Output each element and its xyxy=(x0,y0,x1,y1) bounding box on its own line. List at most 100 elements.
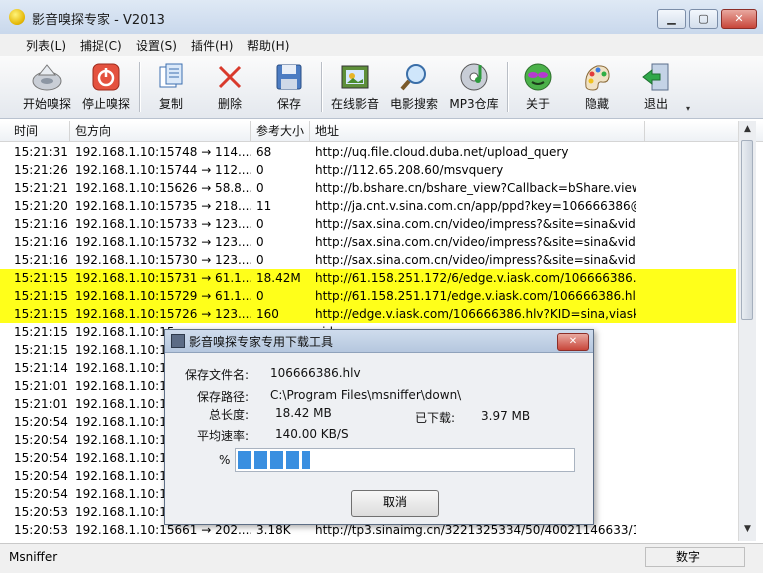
menu-list[interactable]: 列表(L) xyxy=(26,37,66,54)
save-icon xyxy=(273,61,305,93)
cell-size: 18.42M xyxy=(256,271,301,285)
exit-icon xyxy=(640,61,672,93)
filename-label: 保存文件名: xyxy=(185,368,250,382)
about-button[interactable]: 关于 xyxy=(514,59,562,115)
cell-direction: 192.168.1.10:15732 → 123.... xyxy=(75,235,251,249)
cell-time: 15:21:01 xyxy=(14,379,68,393)
close-button[interactable]: ✕ xyxy=(721,9,757,29)
cell-size: 0 xyxy=(256,217,264,231)
table-row[interactable]: 15:21:20 192.168.1.10:15735 → 218.... 11 ht… xyxy=(0,197,736,215)
movie-search-icon xyxy=(398,61,430,93)
vertical-scrollbar[interactable]: ▲ ▼ xyxy=(738,121,756,541)
save-button[interactable]: 保存 xyxy=(265,59,313,115)
speed-label: 平均速率: xyxy=(197,429,250,443)
filename-value: 106666386.hlv xyxy=(270,366,361,380)
cell-direction: 192.168.1.10:15744 → 112.... xyxy=(75,163,251,177)
maximize-button[interactable]: ▢ xyxy=(689,9,718,29)
cancel-button[interactable]: 取消 xyxy=(351,490,439,517)
exit-button[interactable]: 退出 xyxy=(632,59,680,115)
dialog-title-bar: 影音嗅探专家专用下载工具 ✕ xyxy=(165,330,593,353)
cell-time: 15:20:53 xyxy=(14,523,68,537)
column-time[interactable]: 时间 xyxy=(9,121,70,141)
scroll-down-icon[interactable]: ▼ xyxy=(739,521,756,538)
copy-icon xyxy=(155,61,187,93)
cell-direction: 192.168.1.10:15735 → 218.... xyxy=(75,199,251,213)
status-text: Msniffer xyxy=(9,550,58,564)
menu-plugins[interactable]: 插件(H) xyxy=(191,37,233,54)
title-bar: 影音嗅探专家 - V2013 ▁ ▢ ✕ xyxy=(0,0,763,35)
toolbar-separator xyxy=(321,62,322,112)
cell-direction: 192.168.1.10:15748 → 114.... xyxy=(75,145,251,159)
toolbar-separator xyxy=(507,62,508,112)
menu-help[interactable]: 帮助(H) xyxy=(247,37,289,54)
start-sniff-button[interactable]: 开始嗅探 xyxy=(20,59,74,115)
stop-sniff-icon xyxy=(90,61,122,93)
column-url[interactable]: 地址 xyxy=(310,121,645,141)
table-row[interactable]: 15:21:16 192.168.1.10:15730 → 123.... 0 htt… xyxy=(0,251,736,269)
cell-time: 15:20:54 xyxy=(14,451,68,465)
online-media-button[interactable]: 在线影音 xyxy=(327,59,383,115)
mp3-store-button[interactable]: MP3仓库 xyxy=(446,59,502,115)
speed-value: 140.00 KB/S xyxy=(275,427,349,441)
table-row[interactable]: 15:21:15 192.168.1.10:15731 → 61.1... 18.4… xyxy=(0,269,736,287)
column-direction[interactable]: 包方向 xyxy=(70,121,251,141)
cell-direction: 192.168.1.10:15733 → 123.... xyxy=(75,217,251,231)
minimize-button[interactable]: ▁ xyxy=(657,9,686,29)
scroll-up-icon[interactable]: ▲ xyxy=(739,121,756,138)
status-bar: Msniffer 数字 xyxy=(0,543,763,573)
path-value: C:\Program Files\msniffer\down\ xyxy=(270,388,462,402)
table-row[interactable]: 15:21:31 192.168.1.10:15748 → 114.... 68 ht… xyxy=(0,143,736,161)
cell-direction: 192.168.1.10:15726 → 123.... xyxy=(75,307,251,321)
download-progress-bar xyxy=(235,448,575,472)
table-row[interactable]: 15:21:15 192.168.1.10:15729 → 61.1... 0 htt… xyxy=(0,287,736,305)
cell-direction: 192.168.1.10:15731 → 61.1... xyxy=(75,271,251,285)
dialog-title: 影音嗅探专家专用下载工具 xyxy=(189,335,334,349)
stop-sniff-button[interactable]: 停止嗅探 xyxy=(79,59,133,115)
table-row[interactable]: 15:21:21 192.168.1.10:15626 → 58.8... 0 htt… xyxy=(0,179,736,197)
about-icon xyxy=(522,61,554,93)
movie-search-button[interactable]: 电影搜索 xyxy=(386,59,442,115)
cell-url: http://b.bshare.cn/bshare_view?Callback=… xyxy=(315,181,636,195)
hide-button[interactable]: 隐藏 xyxy=(573,59,621,115)
cell-url: http://sax.sina.com.cn/video/impress?&si… xyxy=(315,253,636,267)
progress-fill xyxy=(238,451,310,469)
cell-time: 15:21:14 xyxy=(14,361,68,375)
window-title: 影音嗅探专家 - V2013 xyxy=(32,13,165,28)
cell-direction: 192.168.1.10:15729 → 61.1... xyxy=(75,289,251,303)
menu-capture[interactable]: 捕捉(C) xyxy=(80,37,122,54)
cell-direction: 192.168.1.10:15626 → 58.8... xyxy=(75,181,251,195)
table-row[interactable]: 15:21:16 192.168.1.10:15732 → 123.... 0 htt… xyxy=(0,233,736,251)
cell-size: 0 xyxy=(256,163,264,177)
cell-time: 15:21:15 xyxy=(14,289,68,303)
total-value: 18.42 MB xyxy=(275,406,332,420)
cell-direction: 192.168.1.10:15730 → 123.... xyxy=(75,253,251,267)
toolbar-separator xyxy=(139,62,140,112)
delete-button[interactable]: 删除 xyxy=(206,59,254,115)
copy-button[interactable]: 复制 xyxy=(147,59,195,115)
cell-time: 15:21:16 xyxy=(14,235,68,249)
cell-url: http://61.158.251.172/6/edge.v.iask.com/… xyxy=(315,271,636,285)
table-row[interactable]: 15:21:16 192.168.1.10:15733 → 123.... 0 htt… xyxy=(0,215,736,233)
cell-time: 15:20:54 xyxy=(14,433,68,447)
table-row[interactable]: 15:21:26 192.168.1.10:15744 → 112.... 0 htt… xyxy=(0,161,736,179)
list-header: 时间 包方向 参考大小 地址 xyxy=(0,121,763,142)
column-size[interactable]: 参考大小 xyxy=(251,121,310,141)
cell-time: 15:21:26 xyxy=(14,163,68,177)
cell-url: http://sax.sina.com.cn/video/impress?&si… xyxy=(315,235,636,249)
cell-size: 160 xyxy=(256,307,279,321)
menu-settings[interactable]: 设置(S) xyxy=(136,37,177,54)
path-label: 保存路径: xyxy=(197,390,250,404)
toolbar-overflow-icon[interactable]: ▾ xyxy=(686,104,690,113)
cell-time: 15:21:01 xyxy=(14,397,68,411)
cell-time: 15:21:16 xyxy=(14,217,68,231)
dialog-close-button[interactable]: ✕ xyxy=(557,333,589,351)
toolbar: 开始嗅探 停止嗅探 复制 删除 保存 在线影音 电影搜索 MP3仓库 关于 隐藏… xyxy=(0,56,763,119)
hide-icon xyxy=(581,61,613,93)
cell-time: 15:21:15 xyxy=(14,307,68,321)
scroll-thumb[interactable] xyxy=(741,140,753,320)
table-row[interactable]: 15:21:15 192.168.1.10:15726 → 123.... 160 h… xyxy=(0,305,736,323)
cell-time: 15:20:54 xyxy=(14,415,68,429)
cell-url: http://sax.sina.com.cn/video/impress?&si… xyxy=(315,217,636,231)
mp3-store-icon xyxy=(458,61,490,93)
cell-time: 15:21:31 xyxy=(14,145,68,159)
